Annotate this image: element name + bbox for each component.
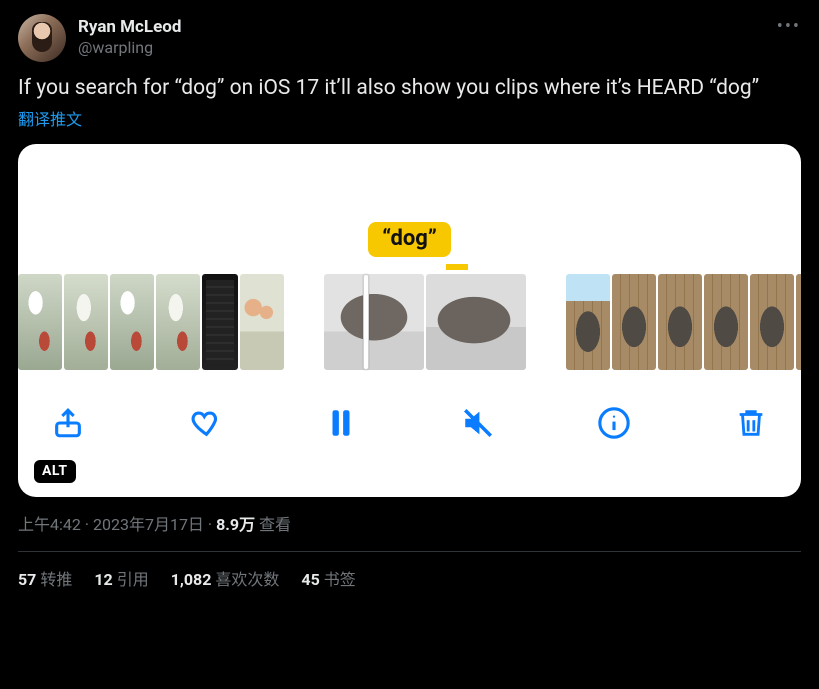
clip-thumb [658,274,702,370]
pause-icon[interactable] [321,403,361,443]
mute-icon[interactable] [458,403,498,443]
display-name: Ryan McLeod [78,16,181,38]
clip-thumb [156,274,200,370]
views-count: 8.9万 [216,515,255,534]
tweet-header: Ryan McLeod @warpling ••• [18,14,801,62]
likes-stat[interactable]: 1,082喜欢次数 [171,566,280,590]
clip-thumb [324,274,424,370]
clip-thumb [750,274,794,370]
search-term-badge: “dog” [368,222,451,257]
avatar[interactable] [18,14,66,62]
alt-badge[interactable]: ALT [34,460,76,483]
trash-icon[interactable] [731,403,771,443]
share-icon[interactable] [48,403,88,443]
more-icon[interactable]: ••• [777,16,801,37]
clip-thumb [64,274,108,370]
clip-thumb [426,274,526,370]
media-card: “dog” [18,144,801,497]
clip-thumb [704,274,748,370]
heart-icon[interactable] [185,403,225,443]
divider [18,551,801,552]
clip-thumb [612,274,656,370]
clip-thumb [566,274,610,370]
retweets-stat[interactable]: 57转推 [18,566,72,590]
tweet-text: If you search for “dog” on iOS 17 it’ll … [18,74,801,102]
tweet-time[interactable]: 上午4:42 [18,515,81,534]
clip-thumb [202,274,238,370]
user-block[interactable]: Ryan McLeod @warpling [78,14,181,59]
clip-group-3[interactable] [566,274,801,370]
tweet-date[interactable]: 2023年7月17日 [93,515,204,534]
caption-marker [446,264,468,270]
info-icon[interactable] [594,403,634,443]
clip-group-1[interactable] [18,274,284,370]
translate-link[interactable]: 翻译推文 [18,106,801,130]
clip-group-2[interactable] [324,274,526,370]
media-toolbar [18,401,801,445]
engagement-stats: 57转推 12引用 1,082喜欢次数 45书签 [18,566,801,590]
timeline-scrubber[interactable] [18,274,801,370]
clip-thumb [18,274,62,370]
quotes-stat[interactable]: 12引用 [94,566,148,590]
views-label: 查看 [255,515,291,534]
clip-thumb [796,274,801,370]
tweet: Ryan McLeod @warpling ••• If you search … [0,0,819,590]
bookmarks-stat[interactable]: 45书签 [301,566,355,590]
playhead[interactable] [363,274,369,370]
clip-thumb [240,274,284,370]
user-handle: @warpling [78,38,181,59]
meta-line: 上午4:42 · 2023年7月17日 · 8.9万 查看 [18,511,801,535]
clip-thumb [110,274,154,370]
